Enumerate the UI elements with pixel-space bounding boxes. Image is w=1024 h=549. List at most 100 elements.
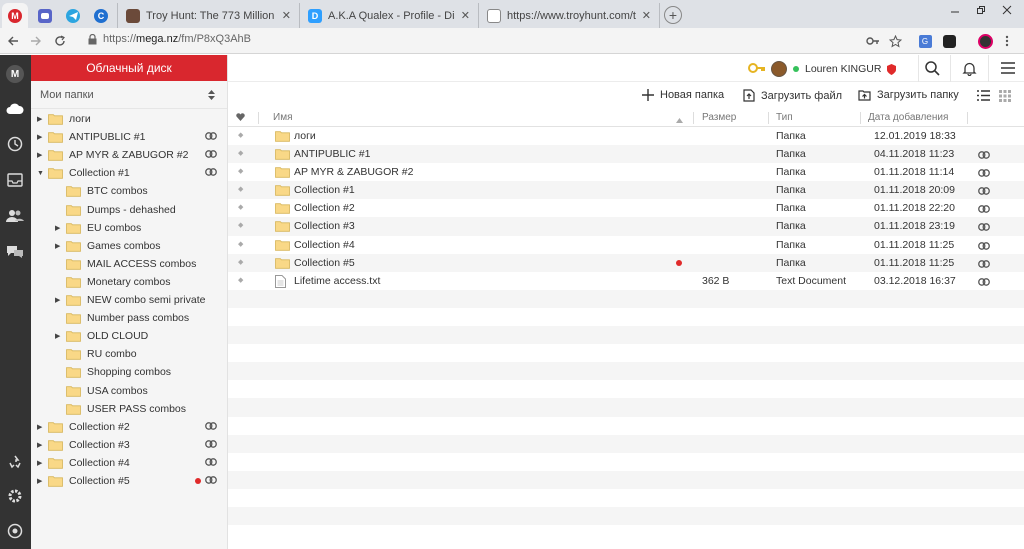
restore-button[interactable] (968, 0, 994, 20)
shared-link-icon[interactable] (978, 150, 990, 162)
shared-link-icon[interactable] (205, 167, 217, 179)
settings-gear-icon[interactable] (4, 485, 26, 507)
extension-dark-icon[interactable] (940, 32, 958, 50)
favourite-toggle-icon[interactable]: ◆ (238, 149, 243, 157)
favourite-toggle-icon[interactable]: ◆ (238, 258, 243, 266)
tree-folder-item[interactable]: ▶ Collection #5 (31, 472, 228, 490)
shared-link-icon[interactable] (205, 457, 217, 469)
tree-folder-item[interactable]: BTC combos (31, 182, 228, 200)
shared-link-icon[interactable] (978, 241, 990, 253)
contacts-icon[interactable] (4, 205, 26, 227)
my-folders-dropdown[interactable]: Мои папки (31, 81, 227, 109)
shared-link-icon[interactable] (978, 277, 990, 289)
caret-right-icon[interactable]: ▶ (55, 224, 63, 232)
transfer-manager-icon[interactable] (4, 520, 26, 542)
caret-right-icon[interactable]: ▶ (37, 423, 45, 431)
table-row[interactable]: ◆ логи Папка 12.01.2019 18:33 (228, 127, 1024, 145)
tree-folder-item[interactable]: ▶ NEW combo semi private (31, 291, 228, 309)
tab-pinned-2[interactable] (32, 3, 58, 28)
translate-extension-icon[interactable]: G (916, 32, 934, 50)
table-row[interactable]: ◆ Collection #1 Папка 01.11.2018 20:09 (228, 181, 1024, 200)
table-row[interactable]: ◆ Lifetime access.txt 362 B Text Document 03… (228, 272, 1024, 290)
tree-folder-item[interactable]: USA combos (31, 382, 228, 400)
tab-close-icon[interactable]: ✕ (282, 9, 291, 22)
shared-link-icon[interactable] (205, 421, 217, 433)
tree-folder-item[interactable]: ▶ ANTIPUBLIC #1 (31, 128, 228, 146)
tree-folder-item[interactable]: ▶ логи (31, 110, 228, 128)
chrome-menu-icon[interactable] (998, 32, 1016, 50)
tab-pinned-4[interactable]: C (88, 3, 114, 28)
cloud-drive-icon[interactable] (4, 98, 26, 120)
caret-right-icon[interactable]: ▶ (37, 477, 45, 485)
user-menu[interactable]: Louren KINGUR (771, 61, 897, 77)
reload-button[interactable] (51, 32, 69, 50)
shared-link-icon[interactable] (205, 149, 217, 161)
caret-right-icon[interactable]: ▶ (37, 441, 45, 449)
chat-icon[interactable] (4, 241, 26, 263)
bookmark-star-icon[interactable] (886, 32, 904, 50)
close-window-button[interactable] (994, 0, 1020, 20)
tab-mega[interactable]: M (2, 3, 28, 28)
table-row[interactable]: ◆ Collection #3 Папка 01.11.2018 23:19 (228, 217, 1024, 236)
tab-close-icon[interactable]: ✕ (461, 9, 470, 22)
table-row[interactable]: ◆ ANTIPUBLIC #1 Папка 04.11.2018 11:23 (228, 145, 1024, 164)
recents-clock-icon[interactable] (4, 133, 26, 155)
shared-link-icon[interactable] (205, 439, 217, 451)
shared-link-icon[interactable] (978, 204, 990, 216)
favourite-toggle-icon[interactable]: ◆ (238, 221, 243, 229)
cloud-drive-header[interactable]: Облачный диск (31, 55, 227, 81)
tree-folder-item[interactable]: ▶ OLD CLOUD (31, 327, 228, 345)
shared-link-icon[interactable] (205, 131, 217, 143)
upload-file-button[interactable]: Загрузить файл (743, 89, 842, 102)
table-row[interactable]: ◆ AP MYR & ZABUGOR #2 Папка 01.11.2018 11:1… (228, 163, 1024, 181)
tab-disqus[interactable]: D A.K.A Qualex - Profile - Disqus ✕ (299, 3, 478, 28)
column-size[interactable]: Размер (702, 112, 736, 123)
sort-asc-icon[interactable] (676, 115, 683, 126)
favourite-toggle-icon[interactable]: ◆ (238, 276, 243, 284)
shared-link-icon[interactable] (978, 168, 990, 180)
caret-right-icon[interactable]: ▶ (55, 332, 63, 340)
column-type[interactable]: Тип (776, 112, 793, 123)
favourite-toggle-icon[interactable]: ◆ (238, 203, 243, 211)
shared-link-icon[interactable] (978, 259, 990, 271)
tab-troyhunt[interactable]: Troy Hunt: The 773 Million Recor ✕ (117, 3, 299, 28)
grid-view-icon[interactable] (999, 90, 1011, 105)
caret-right-icon[interactable]: ▶ (55, 296, 63, 304)
caret-right-icon[interactable]: ▶ (37, 133, 45, 141)
tree-folder-item[interactable]: Dumps - dehashed (31, 201, 228, 219)
back-button[interactable] (4, 32, 22, 50)
favourite-heart-icon[interactable] (236, 113, 245, 124)
tree-folder-item[interactable]: RU combo (31, 345, 228, 363)
table-row[interactable]: ◆ Collection #5 Папка 01.11.2018 11:25 (228, 253, 1024, 272)
caret-right-icon[interactable]: ▶ (37, 151, 45, 159)
tree-folder-item[interactable]: USER PASS combos (31, 400, 228, 418)
rubbish-bin-icon[interactable] (4, 451, 26, 473)
minimize-button[interactable] (942, 0, 968, 20)
tree-folder-item[interactable]: ▶ Collection #3 (31, 436, 228, 454)
mega-logo-icon[interactable]: M (4, 63, 26, 85)
shared-link-icon[interactable] (205, 475, 217, 487)
inbox-icon[interactable] (4, 169, 26, 191)
tree-folder-item[interactable]: ▶ EU combos (31, 219, 228, 237)
favourite-toggle-icon[interactable]: ◆ (238, 167, 243, 175)
tab-close-icon[interactable]: ✕ (642, 9, 651, 22)
favourite-toggle-icon[interactable]: ◆ (238, 185, 243, 193)
table-row[interactable]: ◆ Collection #2 Папка 01.11.2018 22:20 (228, 199, 1024, 217)
address-bar[interactable]: https://mega.nz/fm/P8xQ3AhB (88, 33, 251, 45)
caret-right-icon[interactable]: ▶ (37, 115, 45, 123)
tree-folder-item[interactable]: Shopping combos (31, 363, 228, 381)
column-name[interactable]: Имя (273, 112, 292, 123)
new-folder-button[interactable]: Новая папка (642, 89, 724, 101)
upload-folder-button[interactable]: Загрузить папку (858, 89, 959, 101)
tree-folder-item[interactable]: Monetary combos (31, 273, 228, 291)
column-date[interactable]: Дата добавления (868, 112, 948, 123)
tree-folder-item[interactable]: ▼ Collection #1 (31, 164, 228, 182)
search-icon[interactable] (925, 61, 940, 79)
tree-folder-item[interactable]: ▶ Games combos (31, 237, 228, 255)
password-key-icon[interactable] (864, 32, 882, 50)
caret-right-icon[interactable]: ▶ (55, 242, 63, 250)
shared-link-icon[interactable] (978, 186, 990, 198)
notifications-bell-icon[interactable] (962, 61, 977, 79)
tree-folder-item[interactable]: MAIL ACCESS combos (31, 255, 228, 273)
tree-folder-item[interactable]: ▶ Collection #2 (31, 418, 228, 436)
